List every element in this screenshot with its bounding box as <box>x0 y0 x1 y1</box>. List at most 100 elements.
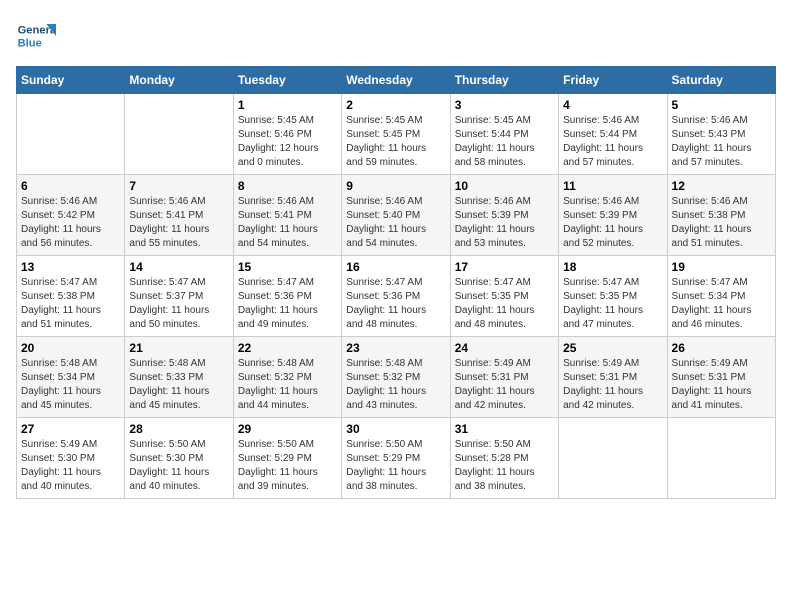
day-info: Sunrise: 5:50 AMSunset: 5:29 PMDaylight:… <box>346 438 445 494</box>
day-info: Sunrise: 5:48 AMSunset: 5:33 PMDaylight:… <box>129 357 228 413</box>
day-number: 11 <box>563 179 662 193</box>
calendar-cell: 12Sunrise: 5:46 AMSunset: 5:38 PMDayligh… <box>667 175 775 256</box>
calendar-week-row: 1 Sunrise: 5:45 AMSunset: 5:46 PMDaylight… <box>17 94 776 175</box>
calendar-cell: 30 Sunrise: 5:50 AMSunset: 5:29 PMDayligh… <box>342 418 450 499</box>
calendar-cell <box>667 418 775 499</box>
weekday-header-saturday: Saturday <box>667 67 775 94</box>
weekday-header-sunday: Sunday <box>17 67 125 94</box>
day-number: 16 <box>346 260 445 274</box>
calendar-cell <box>559 418 667 499</box>
calendar-week-row: 27 Sunrise: 5:49 AMSunset: 5:30 PMDayligh… <box>17 418 776 499</box>
day-info: Sunrise: 5:47 AMSunset: 5:36 PMDaylight:… <box>238 276 337 332</box>
calendar-cell: 7 Sunrise: 5:46 AMSunset: 5:41 PMDaylight… <box>125 175 233 256</box>
calendar-cell: 2 Sunrise: 5:45 AMSunset: 5:45 PMDaylight… <box>342 94 450 175</box>
day-info: Sunrise: 5:46 AMSunset: 5:41 PMDaylight:… <box>129 195 228 251</box>
calendar-cell: 24Sunrise: 5:49 AMSunset: 5:31 PMDayligh… <box>450 337 558 418</box>
logo-icon: General Blue <box>16 16 56 56</box>
calendar-cell: 8 Sunrise: 5:46 AMSunset: 5:41 PMDaylight… <box>233 175 341 256</box>
calendar-cell: 6 Sunrise: 5:46 AMSunset: 5:42 PMDaylight… <box>17 175 125 256</box>
day-info: Sunrise: 5:50 AMSunset: 5:29 PMDaylight:… <box>238 438 337 494</box>
calendar-cell: 17 Sunrise: 5:47 AMSunset: 5:35 PMDayligh… <box>450 256 558 337</box>
day-number: 17 <box>455 260 554 274</box>
day-number: 6 <box>21 179 120 193</box>
day-number: 3 <box>455 98 554 112</box>
day-info: Sunrise: 5:45 AMSunset: 5:45 PMDaylight:… <box>346 114 445 170</box>
calendar-cell: 19 Sunrise: 5:47 AMSunset: 5:34 PMDayligh… <box>667 256 775 337</box>
day-number: 8 <box>238 179 337 193</box>
day-info: Sunrise: 5:50 AMSunset: 5:28 PMDaylight:… <box>455 438 554 494</box>
day-number: 7 <box>129 179 228 193</box>
day-info: Sunrise: 5:46 AMSunset: 5:39 PMDaylight:… <box>455 195 554 251</box>
day-number: 10 <box>455 179 554 193</box>
day-number: 20 <box>21 341 120 355</box>
day-info: Sunrise: 5:50 AMSunset: 5:30 PMDaylight:… <box>129 438 228 494</box>
day-info: Sunrise: 5:46 AMSunset: 5:41 PMDaylight:… <box>238 195 337 251</box>
day-number: 22 <box>238 341 337 355</box>
calendar-cell: 21Sunrise: 5:48 AMSunset: 5:33 PMDayligh… <box>125 337 233 418</box>
day-info: Sunrise: 5:46 AMSunset: 5:39 PMDaylight:… <box>563 195 662 251</box>
calendar-cell: 3 Sunrise: 5:45 AMSunset: 5:44 PMDaylight… <box>450 94 558 175</box>
day-info: Sunrise: 5:49 AMSunset: 5:31 PMDaylight:… <box>672 357 771 413</box>
day-info: Sunrise: 5:46 AMSunset: 5:44 PMDaylight:… <box>563 114 662 170</box>
day-number: 25 <box>563 341 662 355</box>
day-number: 30 <box>346 422 445 436</box>
calendar-cell: 16 Sunrise: 5:47 AMSunset: 5:36 PMDayligh… <box>342 256 450 337</box>
day-number: 2 <box>346 98 445 112</box>
weekday-header-thursday: Thursday <box>450 67 558 94</box>
day-number: 31 <box>455 422 554 436</box>
calendar-cell: 27 Sunrise: 5:49 AMSunset: 5:30 PMDayligh… <box>17 418 125 499</box>
calendar-cell: 10 Sunrise: 5:46 AMSunset: 5:39 PMDayligh… <box>450 175 558 256</box>
day-info: Sunrise: 5:45 AMSunset: 5:44 PMDaylight:… <box>455 114 554 170</box>
day-number: 9 <box>346 179 445 193</box>
day-number: 27 <box>21 422 120 436</box>
calendar-cell: 1 Sunrise: 5:45 AMSunset: 5:46 PMDaylight… <box>233 94 341 175</box>
day-number: 19 <box>672 260 771 274</box>
calendar-cell: 23Sunrise: 5:48 AMSunset: 5:32 PMDayligh… <box>342 337 450 418</box>
weekday-header-friday: Friday <box>559 67 667 94</box>
day-number: 23 <box>346 341 445 355</box>
day-info: Sunrise: 5:46 AMSunset: 5:42 PMDaylight:… <box>21 195 120 251</box>
calendar-cell: 28 Sunrise: 5:50 AMSunset: 5:30 PMDayligh… <box>125 418 233 499</box>
day-number: 13 <box>21 260 120 274</box>
day-info: Sunrise: 5:47 AMSunset: 5:36 PMDaylight:… <box>346 276 445 332</box>
day-info: Sunrise: 5:49 AMSunset: 5:31 PMDaylight:… <box>563 357 662 413</box>
day-info: Sunrise: 5:46 AMSunset: 5:43 PMDaylight:… <box>672 114 771 170</box>
day-info: Sunrise: 5:49 AMSunset: 5:30 PMDaylight:… <box>21 438 120 494</box>
calendar-cell: 22Sunrise: 5:48 AMSunset: 5:32 PMDayligh… <box>233 337 341 418</box>
calendar-cell <box>125 94 233 175</box>
calendar-cell <box>17 94 125 175</box>
day-info: Sunrise: 5:46 AMSunset: 5:40 PMDaylight:… <box>346 195 445 251</box>
day-info: Sunrise: 5:47 AMSunset: 5:34 PMDaylight:… <box>672 276 771 332</box>
calendar-week-row: 6 Sunrise: 5:46 AMSunset: 5:42 PMDaylight… <box>17 175 776 256</box>
day-number: 28 <box>129 422 228 436</box>
day-number: 29 <box>238 422 337 436</box>
weekday-header-wednesday: Wednesday <box>342 67 450 94</box>
calendar-cell: 15 Sunrise: 5:47 AMSunset: 5:36 PMDayligh… <box>233 256 341 337</box>
calendar-cell: 31 Sunrise: 5:50 AMSunset: 5:28 PMDayligh… <box>450 418 558 499</box>
day-number: 15 <box>238 260 337 274</box>
day-info: Sunrise: 5:47 AMSunset: 5:35 PMDaylight:… <box>455 276 554 332</box>
calendar-cell: 9 Sunrise: 5:46 AMSunset: 5:40 PMDaylight… <box>342 175 450 256</box>
calendar-week-row: 13 Sunrise: 5:47 AMSunset: 5:38 PMDayligh… <box>17 256 776 337</box>
day-number: 12 <box>672 179 771 193</box>
day-info: Sunrise: 5:45 AMSunset: 5:46 PMDaylight:… <box>238 114 337 170</box>
day-number: 24 <box>455 341 554 355</box>
calendar-cell: 29 Sunrise: 5:50 AMSunset: 5:29 PMDayligh… <box>233 418 341 499</box>
calendar-cell: 5 Sunrise: 5:46 AMSunset: 5:43 PMDaylight… <box>667 94 775 175</box>
calendar-cell: 14 Sunrise: 5:47 AMSunset: 5:37 PMDayligh… <box>125 256 233 337</box>
page-header: General Blue <box>16 16 776 56</box>
day-number: 5 <box>672 98 771 112</box>
day-info: Sunrise: 5:47 AMSunset: 5:37 PMDaylight:… <box>129 276 228 332</box>
day-number: 1 <box>238 98 337 112</box>
calendar-week-row: 20 Sunrise: 5:48 AMSunset: 5:34 PMDayligh… <box>17 337 776 418</box>
weekday-header-tuesday: Tuesday <box>233 67 341 94</box>
calendar-table: SundayMondayTuesdayWednesdayThursdayFrid… <box>16 66 776 499</box>
day-info: Sunrise: 5:48 AMSunset: 5:34 PMDaylight:… <box>21 357 120 413</box>
day-info: Sunrise: 5:47 AMSunset: 5:35 PMDaylight:… <box>563 276 662 332</box>
day-number: 4 <box>563 98 662 112</box>
day-number: 14 <box>129 260 228 274</box>
calendar-cell: 11 Sunrise: 5:46 AMSunset: 5:39 PMDayligh… <box>559 175 667 256</box>
calendar-cell: 25 Sunrise: 5:49 AMSunset: 5:31 PMDayligh… <box>559 337 667 418</box>
calendar-cell: 20 Sunrise: 5:48 AMSunset: 5:34 PMDayligh… <box>17 337 125 418</box>
day-info: Sunrise: 5:47 AMSunset: 5:38 PMDaylight:… <box>21 276 120 332</box>
